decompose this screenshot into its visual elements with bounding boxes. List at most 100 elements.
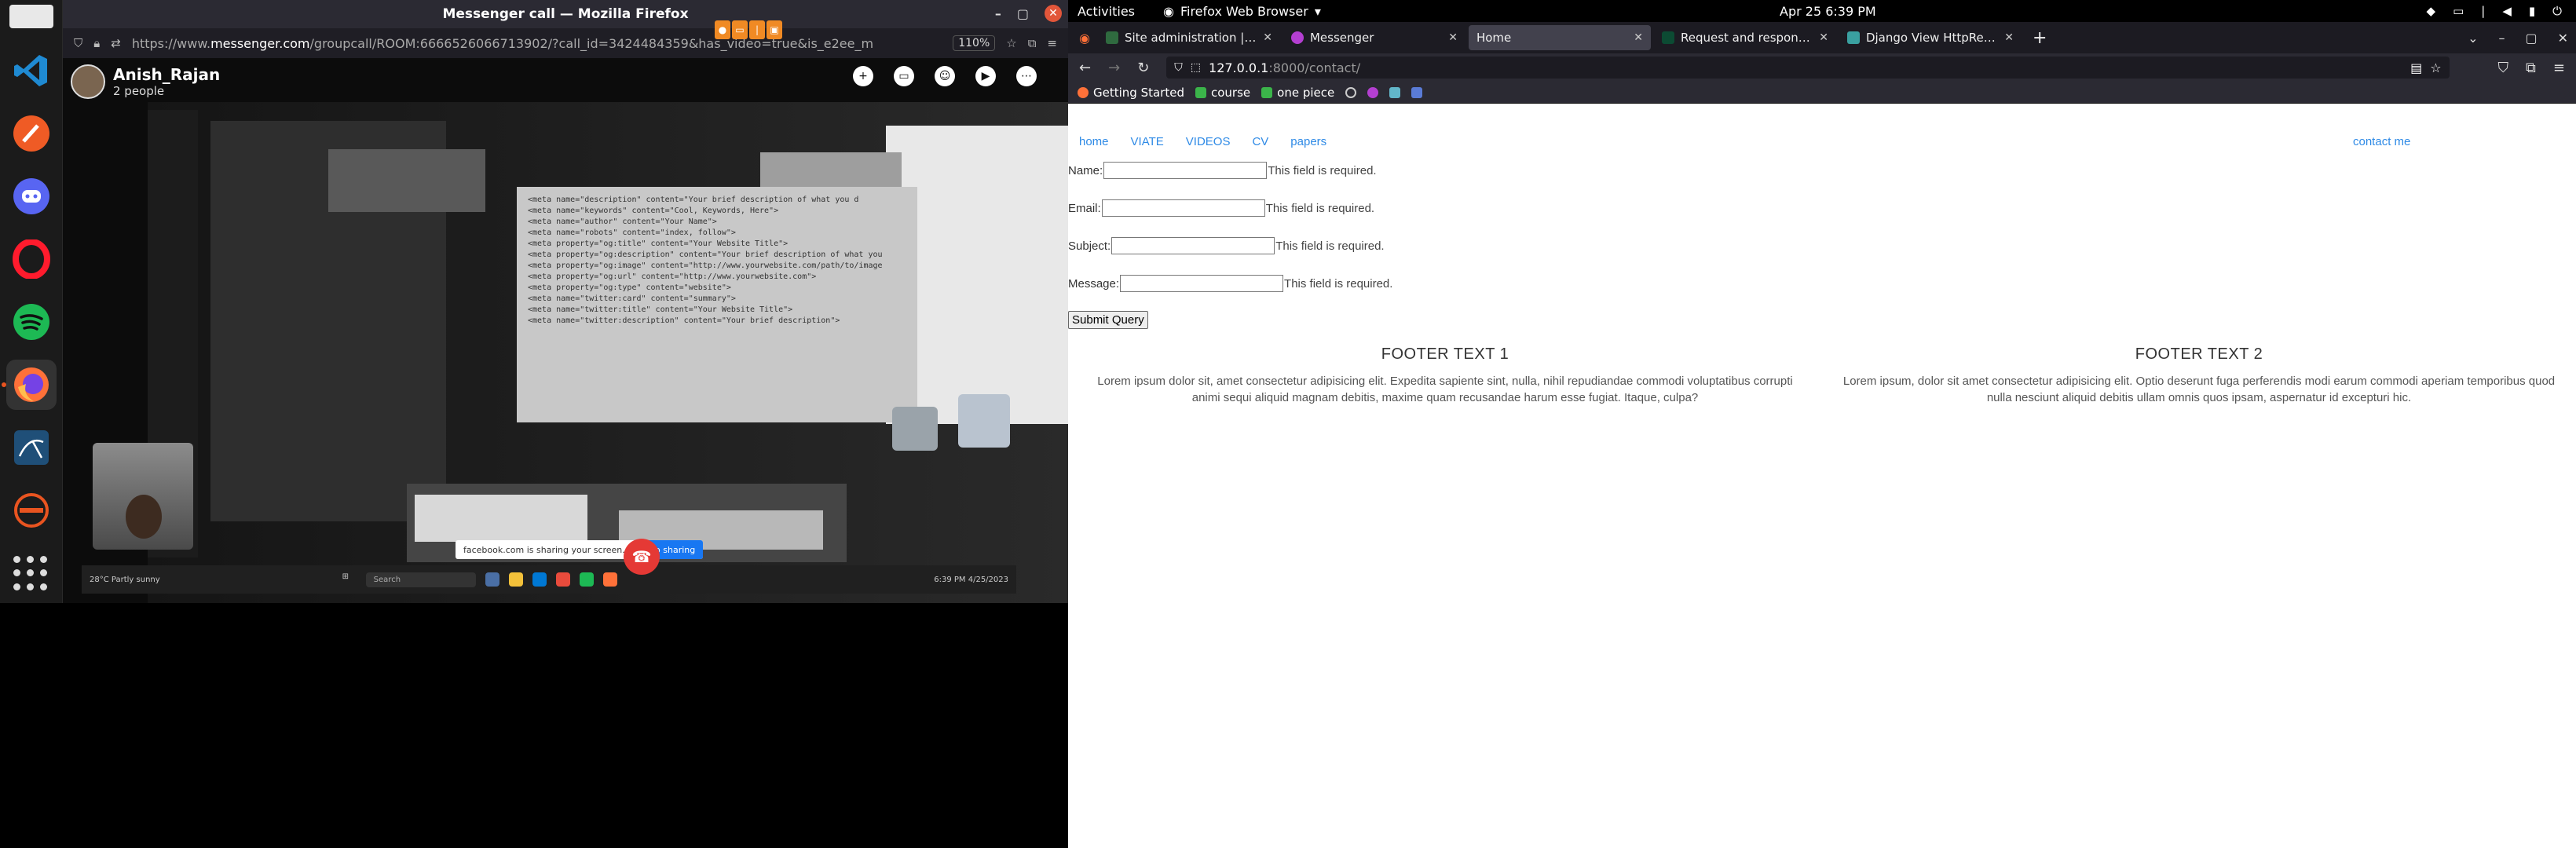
- mysql-workbench-icon[interactable]: [6, 422, 57, 473]
- close-tab-icon[interactable]: ✕: [1448, 31, 1458, 44]
- files-icon[interactable]: [9, 5, 53, 28]
- form-row-email: Email: This field is required.: [1068, 189, 2576, 227]
- participant-tile[interactable]: [958, 394, 1010, 448]
- close-tab-icon[interactable]: ✕: [1634, 31, 1643, 44]
- page-info-icon[interactable]: ⬚: [1191, 61, 1201, 74]
- ubuntu-software-icon[interactable]: [6, 485, 57, 535]
- footer-column-1: FOOTER TEXT 1 Lorem ipsum dolor sit, ame…: [1068, 345, 1822, 406]
- close-tab-icon[interactable]: ✕: [1819, 31, 1828, 44]
- vscode-icon[interactable]: [6, 46, 57, 96]
- emoji-icon[interactable]: ☺: [935, 66, 955, 86]
- submit-button[interactable]: Submit Query: [1068, 310, 1148, 329]
- back-icon[interactable]: ←: [1079, 60, 1091, 76]
- windows-start-icon: ⊞: [342, 572, 349, 581]
- nav-videos[interactable]: VIDEOS: [1186, 135, 1231, 148]
- tab-request-response[interactable]: Request and response obj✕: [1654, 25, 1836, 50]
- extensions-icon[interactable]: ⧉: [2526, 60, 2536, 76]
- footer-text-1: Lorem ipsum dolor sit, amet consectetur …: [1097, 375, 1793, 404]
- close-icon[interactable]: ✕: [2558, 31, 2568, 46]
- subject-input[interactable]: [1111, 237, 1275, 254]
- reload-icon[interactable]: ↻: [1137, 60, 1149, 76]
- layout-icon[interactable]: ▭: [894, 66, 914, 86]
- more-icon[interactable]: ⋯: [1016, 66, 1037, 86]
- message-input[interactable]: [1120, 275, 1284, 292]
- bookmark-course[interactable]: course: [1195, 86, 1250, 100]
- forward-icon[interactable]: →: [1108, 60, 1120, 76]
- maximize-icon[interactable]: ▢: [2525, 31, 2537, 46]
- pocket-icon[interactable]: ⛉: [2498, 60, 2509, 76]
- permissions-icon[interactable]: ⇄: [111, 36, 121, 50]
- people-count: 2 people: [113, 84, 165, 98]
- self-video[interactable]: [93, 443, 193, 550]
- tab-django-admin[interactable]: Site administration | Django✕: [1098, 25, 1280, 50]
- firefox-view-icon[interactable]: ◉: [1074, 31, 1095, 46]
- menu-icon[interactable]: ≡: [1047, 36, 1057, 50]
- app-menu[interactable]: ◉ Firefox Web Browser ▾: [1163, 4, 1321, 19]
- taskbar-app-icon: [579, 572, 594, 587]
- call-view: Anish_Rajan 2 people + ▭ ☺ ▶ ⋯ <meta nam…: [63, 58, 1068, 603]
- bookmark-one-piece[interactable]: one piece: [1261, 86, 1334, 100]
- add-person-icon[interactable]: +: [853, 66, 873, 86]
- maximize-icon[interactable]: ▢: [1017, 6, 1029, 21]
- lock-icon[interactable]: 🔒︎: [93, 36, 100, 50]
- subject-error: This field is required.: [1275, 239, 1385, 253]
- firefox-icon: ◉: [1163, 3, 1174, 19]
- opera-icon[interactable]: [6, 234, 57, 284]
- new-tab-button[interactable]: +: [2025, 28, 2055, 48]
- participant-tile[interactable]: [892, 407, 938, 451]
- end-call-button[interactable]: ☎: [624, 539, 660, 575]
- bookmark-getting-started[interactable]: Getting Started: [1078, 86, 1184, 100]
- tab-list-icon[interactable]: ⌄: [2468, 31, 2478, 46]
- bookmark-icon[interactable]: [1411, 86, 1423, 98]
- spotify-icon[interactable]: [6, 297, 57, 347]
- extensions-icon[interactable]: ⧉: [1028, 36, 1037, 50]
- close-icon[interactable]: ✕: [1045, 5, 1062, 22]
- nav-contact[interactable]: contact me: [2353, 135, 2410, 148]
- messenger-window: Messenger call — Mozilla Firefox – ▢ ✕ ●…: [63, 0, 1068, 603]
- nav-cv[interactable]: CV: [1252, 135, 1268, 148]
- code-line: <meta property="og:type" content="websit…: [528, 283, 731, 292]
- globe-icon[interactable]: [1345, 86, 1357, 98]
- email-error: This field is required.: [1265, 201, 1375, 215]
- taskbar-app-icon: [555, 572, 570, 587]
- url-text[interactable]: https://www.messenger.com/groupcall/ROOM…: [132, 36, 942, 51]
- code-line: <meta name="description" content="Your b…: [528, 196, 859, 204]
- tab-messenger[interactable]: Messenger ✕: [1283, 25, 1465, 50]
- sharing-indicator[interactable]: ● ▭ | ▣: [715, 20, 782, 39]
- firefox-icon[interactable]: [1, 360, 57, 410]
- minimize-icon[interactable]: –: [2498, 31, 2505, 46]
- bookmark-star-icon[interactable]: ☆: [2430, 60, 2441, 75]
- nav-viate[interactable]: VIATE: [1131, 135, 1164, 148]
- show-applications-icon[interactable]: [13, 556, 49, 592]
- messenger-urlbar[interactable]: ⛉ 🔒︎ ⇄ https://www.messenger.com/groupca…: [63, 28, 1068, 58]
- shield-icon[interactable]: ⛉: [74, 36, 82, 50]
- nav-home[interactable]: home: [1079, 135, 1109, 148]
- name-input[interactable]: [1103, 162, 1268, 179]
- tab-home[interactable]: Home ✕: [1468, 25, 1651, 50]
- postman-icon[interactable]: [6, 108, 57, 159]
- nav-papers[interactable]: papers: [1290, 135, 1326, 148]
- camera-icon: ▭: [732, 20, 748, 39]
- mic-icon: |: [2481, 4, 2486, 18]
- clock[interactable]: Apr 25 6:39 PM: [1780, 4, 1876, 19]
- messenger-icon[interactable]: [1367, 86, 1379, 98]
- system-tray[interactable]: ◆ ▭ | ◀ ▮ ⏻: [2427, 4, 2562, 18]
- activities-button[interactable]: Activities: [1078, 4, 1135, 19]
- url-bar[interactable]: ⛉ ⬚ 127.0.0.1:8000/contact/ ▤ ☆: [1166, 57, 2450, 79]
- taskbar-app-icon: [508, 572, 523, 587]
- reader-view-icon[interactable]: ▤: [2410, 60, 2422, 75]
- taskbar-app-icon: [532, 572, 547, 587]
- close-tab-icon[interactable]: ✕: [1263, 31, 1272, 44]
- tab-django-view[interactable]: Django View HttpRespons✕: [1839, 25, 2022, 50]
- video-icon[interactable]: ▶: [975, 66, 996, 86]
- zoom-level[interactable]: 110%: [953, 35, 996, 51]
- bookmark-star-icon[interactable]: ☆: [1006, 36, 1016, 50]
- close-tab-icon[interactable]: ✕: [2004, 31, 2014, 44]
- bookmark-icon[interactable]: [1389, 86, 1401, 98]
- form-row-subject: Subject: This field is required.: [1068, 227, 2576, 265]
- email-input[interactable]: [1101, 199, 1265, 217]
- shield-icon[interactable]: ⛉: [1174, 61, 1183, 74]
- minimize-icon[interactable]: –: [995, 6, 1001, 21]
- menu-icon[interactable]: ≡: [2553, 60, 2565, 76]
- discord-icon[interactable]: [6, 171, 57, 221]
